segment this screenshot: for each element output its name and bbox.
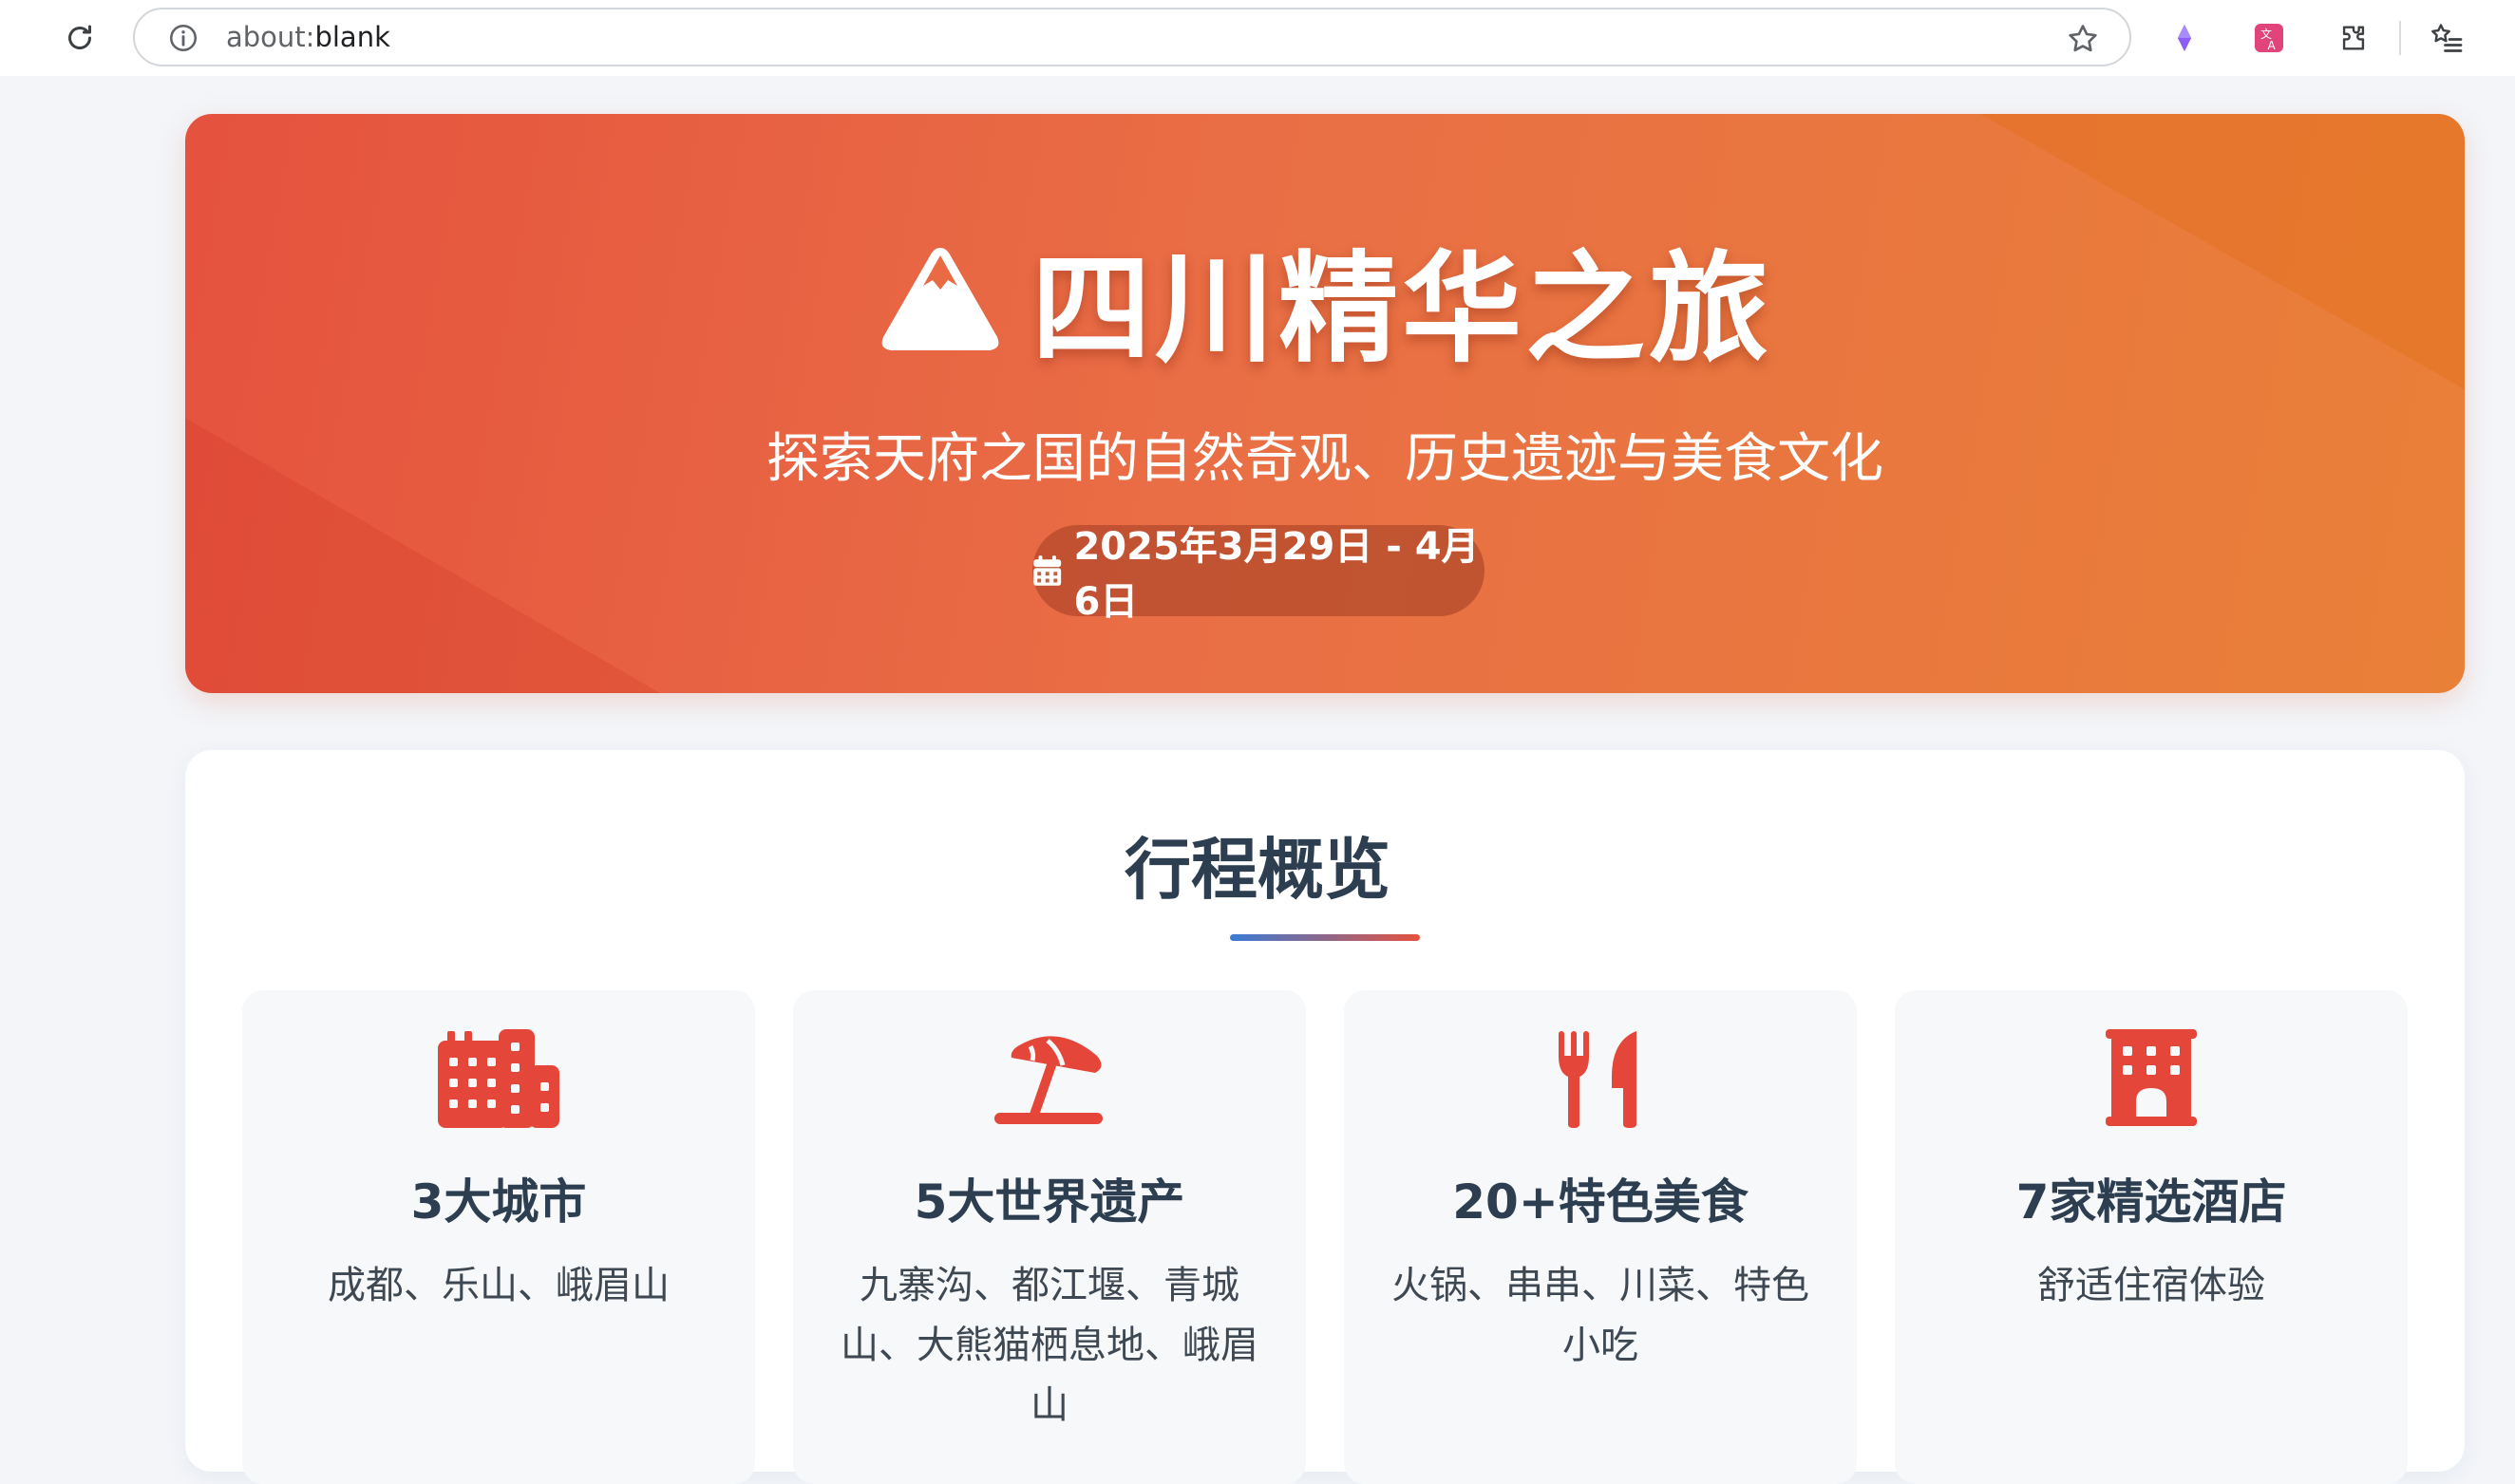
url-scheme: about: — [226, 21, 315, 53]
hero-banner: 四川精华之旅 探索天府之国的自然奇观、历史遗迹与美食文化 2025年3月29日 … — [185, 114, 2465, 693]
reading-list-icon[interactable] — [2428, 19, 2466, 57]
date-badge: 2025年3月29日 - 4月6日 — [1032, 525, 1484, 624]
city-icon — [242, 1026, 755, 1131]
hero-subtitle: 探索天府之国的自然奇观、历史遗迹与美食文化 — [766, 428, 1883, 490]
toolbar-divider — [2399, 21, 2401, 55]
hotel-icon — [1895, 1026, 2408, 1131]
stat-card-food: 20+特色美食 火锅、串串、川菜、特色小吃 — [1344, 990, 1857, 1484]
title-underline — [1230, 934, 1420, 941]
stat-desc: 成都、乐山、峨眉山 — [328, 1264, 670, 1307]
stat-desc: 舒适住宿体验 — [2037, 1264, 2265, 1307]
beach-umbrella-icon — [793, 1026, 1306, 1131]
extensions-puzzle-icon[interactable] — [2335, 19, 2373, 57]
overview-title: 行程概览 — [1125, 831, 1390, 909]
stat-card-heritage: 5大世界遗产 九寨沟、都江堰、青城山、大熊猫栖息地、峨眉山 — [793, 990, 1306, 1484]
url-path: blank — [314, 21, 390, 53]
stat-card-hotels: 7家精选酒店 舒适住宿体验 — [1895, 990, 2408, 1484]
url-text[interactable]: about:blank — [226, 9, 390, 65]
hero-title-row: 四川精华之旅 — [185, 223, 2465, 379]
stat-card-cities: 3大城市 成都、乐山、峨眉山 — [242, 990, 755, 1484]
browser-toolbar: about:blank 文A — [0, 0, 2515, 76]
svg-text:A: A — [2268, 39, 2277, 52]
extension-crystal-icon[interactable] — [2165, 19, 2203, 57]
address-bar[interactable]: about:blank — [133, 8, 2131, 66]
translate-icon[interactable]: 文A — [2250, 19, 2288, 57]
stat-desc: 火锅、串串、川菜、特色小吃 — [1391, 1264, 1809, 1367]
stat-title: 5大世界遗产 — [914, 1174, 1185, 1230]
reload-icon[interactable] — [61, 19, 99, 57]
hero-title: 四川精华之旅 — [1031, 239, 1772, 379]
stat-title: 7家精选酒店 — [2015, 1174, 2287, 1230]
stat-title: 20+特色美食 — [1452, 1174, 1749, 1230]
stat-desc: 九寨沟、都江堰、青城山、大熊猫栖息地、峨眉山 — [841, 1264, 1258, 1427]
calendar-icon — [1033, 555, 1062, 586]
stat-title: 3大城市 — [410, 1174, 587, 1230]
date-text: 2025年3月29日 - 4月6日 — [1073, 525, 1480, 624]
mountain-icon — [881, 248, 999, 350]
utensils-icon — [1344, 1026, 1857, 1131]
info-icon[interactable] — [167, 22, 199, 54]
bookmark-star-icon[interactable] — [2065, 21, 2101, 57]
